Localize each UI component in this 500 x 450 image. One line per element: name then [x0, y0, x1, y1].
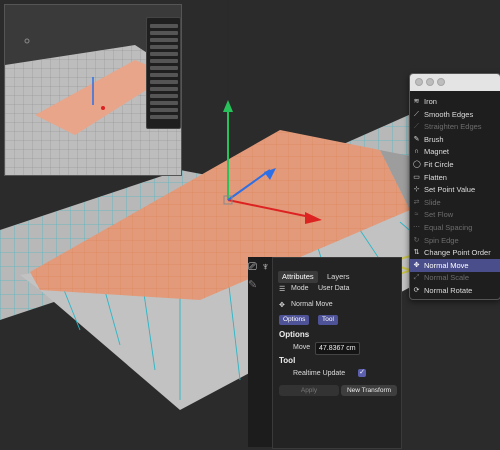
move-value-field[interactable]: 47.8367 cm — [315, 342, 360, 355]
smooth-edges-icon: ⟋ — [414, 110, 419, 118]
close-button[interactable] — [415, 78, 423, 86]
menu-item-label: Normal Scale — [424, 273, 470, 283]
menu-item-label: Flatten — [424, 172, 447, 182]
menu-item-smooth-edges[interactable]: ⟋ Smooth Edges — [410, 108, 500, 121]
new-transform-button[interactable]: New Transform — [341, 385, 397, 396]
menu-item-straighten-edges[interactable]: ⟋ Straighten Edges — [410, 120, 500, 133]
menu-item-label: Smooth Edges — [424, 109, 474, 119]
subtab-options[interactable]: Options — [279, 315, 310, 325]
gizmo-y-arrow[interactable] — [223, 100, 233, 112]
options-section-header: Options — [279, 330, 310, 339]
menu-item-iron[interactable]: ≋ Iron — [410, 95, 500, 108]
menu-titlebar — [410, 74, 500, 91]
flatten-icon: ▭ — [413, 173, 420, 181]
menu-item-normal-rotate[interactable]: ⟳ Normal Rotate — [410, 284, 500, 297]
menu-item-set-point-value[interactable]: ⊹ Set Point Value — [410, 183, 500, 196]
menu-item-label: Brush — [424, 134, 444, 144]
attributes-panel: Attributes Layers ☰ Mode User Data ✥ Nor… — [272, 257, 402, 449]
menu-item-label: Fit Circle — [424, 160, 454, 169]
set-flow-icon: ≈ — [414, 211, 419, 219]
menu-item-label: Change Point Order — [424, 248, 491, 258]
zoom-button[interactable] — [437, 78, 445, 86]
menu-item-change-point-order[interactable]: ⇅ Change Point Order — [410, 246, 500, 259]
paint-icon[interactable]: ♆ — [261, 261, 269, 273]
menu-item-label: Straighten Edges — [424, 122, 482, 132]
brush-tool-icon[interactable]: ✎ — [248, 279, 257, 291]
menu-item-set-flow[interactable]: ≈ Set Flow — [410, 208, 500, 221]
menu-item-slide[interactable]: ⇄ Slide — [410, 196, 500, 209]
spin-edge-icon: ↻ — [413, 236, 420, 244]
set-point-value-icon: ⊹ — [413, 186, 420, 194]
tool-section-header: Tool — [279, 356, 296, 365]
menu-item-equal-spacing[interactable]: ⋯ Equal Spacing — [410, 221, 500, 234]
normal-rotate-icon: ⟳ — [413, 287, 420, 294]
inset-viewport — [4, 4, 182, 176]
normal-scale-icon: ⤢ — [413, 274, 420, 282]
normal-move-tool-icon: ✥ — [279, 302, 285, 309]
hamburger-icon[interactable]: ☰ — [279, 285, 285, 293]
menu-item-spin-edge[interactable]: ↻ Spin Edge — [410, 234, 500, 247]
menu-item-flatten[interactable]: ▭ Flatten — [410, 171, 500, 184]
mode-menu[interactable]: Mode — [291, 285, 309, 292]
apply-button[interactable]: Apply — [279, 385, 339, 396]
tool-name-label: Normal Move — [291, 301, 333, 308]
iron-icon: ≋ — [413, 98, 420, 105]
menu-item-magnet[interactable]: ∩ Magnet — [410, 145, 500, 158]
user-data-menu[interactable]: User Data — [318, 285, 350, 292]
menu-item-label: Slide — [424, 197, 441, 207]
menu-item-label: Equal Spacing — [424, 223, 473, 232]
minimize-button[interactable] — [426, 78, 434, 86]
fit-circle-icon: ◯ — [413, 161, 421, 168]
tab-layers[interactable]: Layers — [323, 271, 354, 283]
menu-item-label: Spin Edge — [424, 235, 459, 245]
menu-item-label: Normal Rotate — [424, 286, 473, 295]
move-label: Move — [293, 344, 311, 351]
menu-item-normal-scale[interactable]: ⤢ Normal Scale — [410, 271, 500, 284]
menu-item-normal-move[interactable]: ✥ Normal Move — [410, 258, 500, 272]
menu-item-label: Set Point Value — [424, 185, 476, 195]
menu-item-label: Normal Move — [424, 260, 469, 270]
tab-attributes[interactable]: Attributes — [278, 271, 318, 283]
menu-item-label: Iron — [424, 97, 437, 106]
attributes-side-toolbar: ⎚ ♆ ✎ — [248, 257, 273, 447]
slide-icon: ⇄ — [413, 198, 420, 206]
equal-spacing-icon: ⋯ — [413, 224, 420, 231]
magnet-icon: ∩ — [413, 148, 420, 156]
brush-icon: ✎ — [413, 135, 420, 143]
menu-item-label: Magnet — [424, 147, 450, 157]
menu-item-brush[interactable]: ✎ Brush — [410, 133, 500, 146]
inset-mini-menu — [146, 17, 181, 129]
subtab-tool[interactable]: Tool — [318, 315, 338, 325]
menu-item-fit-circle[interactable]: ◯ Fit Circle — [410, 158, 500, 171]
realtime-update-label: Realtime Update — [293, 370, 346, 377]
straighten-edges-icon: ⟋ — [414, 123, 419, 131]
change-point-order-icon: ⇅ — [413, 249, 420, 257]
normal-move-icon: ✥ — [413, 261, 420, 269]
menu-item-label: Set Flow — [424, 210, 454, 220]
mesh-tools-menu: ≋ Iron ⟋ Smooth Edges ⟋ Straighten Edges ✎ Brus… — [409, 73, 500, 300]
camera-icon[interactable]: ⎚ — [248, 261, 257, 273]
realtime-update-checkbox[interactable]: ✓ — [358, 369, 366, 377]
